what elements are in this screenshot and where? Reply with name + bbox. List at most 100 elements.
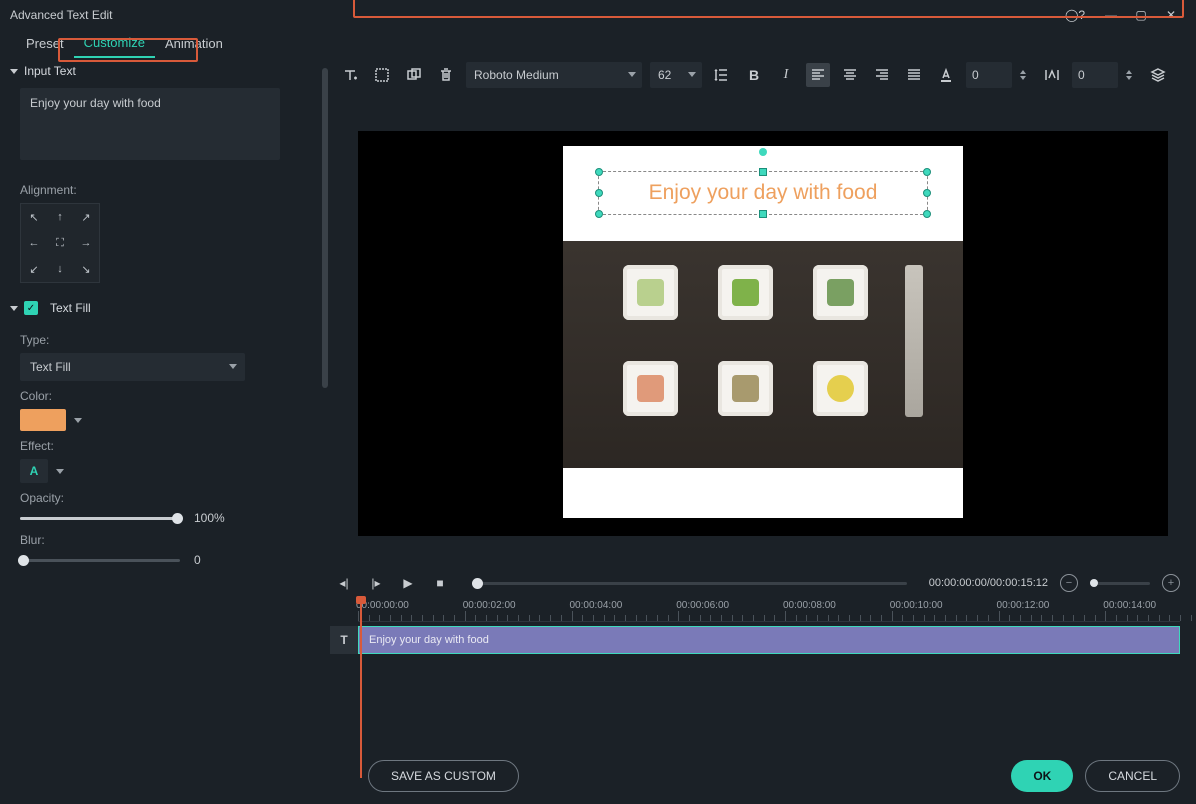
- font-value: Roboto Medium: [474, 68, 559, 82]
- align-bottom-left[interactable]: ↙: [21, 256, 47, 282]
- cancel-button[interactable]: CANCEL: [1085, 760, 1180, 792]
- align-left[interactable]: ←: [21, 230, 47, 256]
- align-top-left[interactable]: ↖: [21, 204, 47, 230]
- play-button[interactable]: ▶: [398, 573, 418, 593]
- effect-label: Effect:: [20, 439, 306, 453]
- footer: SAVE AS CUSTOM OK CANCEL: [352, 748, 1196, 804]
- playback-time: 00:00:00:00/00:00:15:12: [929, 577, 1048, 589]
- char-spacing-icon[interactable]: [1040, 63, 1064, 87]
- zoom-in-button[interactable]: +: [1162, 574, 1180, 592]
- text-color-icon[interactable]: [934, 63, 958, 87]
- align-right-button[interactable]: [870, 63, 894, 87]
- white-band-bottom: [563, 468, 963, 518]
- resize-handle[interactable]: [759, 210, 767, 218]
- close-button[interactable]: ✕: [1156, 0, 1186, 30]
- opacity-value: 100%: [194, 511, 225, 525]
- playback-slider[interactable]: [472, 582, 907, 585]
- align-center-button[interactable]: [838, 63, 862, 87]
- add-text-icon[interactable]: [338, 63, 362, 87]
- rotate-handle[interactable]: [759, 148, 767, 156]
- align-bottom[interactable]: ↓: [47, 256, 73, 282]
- delete-icon[interactable]: [434, 63, 458, 87]
- window-title: Advanced Text Edit: [10, 8, 1060, 22]
- sidebar: Input Text Alignment: ↖ ↑ ↗ ← ⛶ → ↙ ↓ ↘ …: [0, 58, 330, 804]
- opacity-label: Opacity:: [20, 491, 306, 505]
- effect-preview[interactable]: A: [20, 459, 48, 483]
- align-bottom-right[interactable]: ↘: [73, 256, 99, 282]
- char-spacing-field[interactable]: 0: [1072, 62, 1118, 88]
- blur-value: 0: [194, 553, 201, 567]
- tab-animation[interactable]: Animation: [155, 32, 233, 57]
- resize-handle[interactable]: [923, 210, 931, 218]
- align-left-button[interactable]: [806, 63, 830, 87]
- line-spacing-stepper[interactable]: [1020, 62, 1032, 88]
- opacity-slider[interactable]: [20, 517, 180, 520]
- char-spacing-stepper[interactable]: [1126, 62, 1138, 88]
- save-as-custom-button[interactable]: SAVE AS CUSTOM: [368, 760, 519, 792]
- effect-dropdown[interactable]: [56, 466, 66, 476]
- chevron-down-icon: [229, 364, 237, 369]
- line-spacing-value: 0: [972, 68, 979, 82]
- select-all-icon[interactable]: [370, 63, 394, 87]
- textfill-checkbox[interactable]: ✓: [24, 301, 38, 315]
- color-dropdown[interactable]: [74, 415, 84, 425]
- align-top[interactable]: ↑: [47, 204, 73, 230]
- help-icon[interactable]: ◯?: [1060, 0, 1090, 30]
- resize-handle[interactable]: [595, 210, 603, 218]
- align-top-right[interactable]: ↗: [73, 204, 99, 230]
- align-justify-button[interactable]: [902, 63, 926, 87]
- type-select[interactable]: Text Fill: [20, 353, 245, 381]
- align-right[interactable]: →: [73, 230, 99, 256]
- timeline-ruler[interactable]: 00:00:00:0000:00:02:0000:00:04:0000:00:0…: [358, 598, 1180, 622]
- content: Roboto Medium 62 B I 0 0: [330, 58, 1196, 804]
- maximize-button[interactable]: ▢: [1126, 0, 1156, 30]
- sidebar-scrollbar[interactable]: [322, 68, 328, 388]
- zoom-out-button[interactable]: −: [1060, 574, 1078, 592]
- resize-handle[interactable]: [923, 189, 931, 197]
- duplicate-icon[interactable]: [402, 63, 426, 87]
- tab-preset[interactable]: Preset: [16, 32, 74, 57]
- font-select[interactable]: Roboto Medium: [466, 62, 642, 88]
- blur-label: Blur:: [20, 533, 306, 547]
- tab-customize[interactable]: Customize: [74, 31, 155, 58]
- char-spacing-value: 0: [1078, 68, 1085, 82]
- alignment-label: Alignment:: [20, 183, 306, 197]
- blur-slider[interactable]: [20, 559, 180, 562]
- clip-label: Enjoy your day with food: [369, 634, 489, 646]
- resize-handle[interactable]: [595, 168, 603, 176]
- resize-handle[interactable]: [759, 168, 767, 176]
- tabs: Preset Customize Animation: [0, 30, 1196, 58]
- bold-button[interactable]: B: [742, 63, 766, 87]
- color-label: Color:: [20, 389, 306, 403]
- fontsize-select[interactable]: 62: [650, 62, 702, 88]
- input-text-field[interactable]: [20, 88, 280, 160]
- color-swatch[interactable]: [20, 409, 66, 431]
- timeline-clip[interactable]: Enjoy your day with food: [358, 626, 1180, 654]
- ok-button[interactable]: OK: [1011, 760, 1073, 792]
- effect-letter: A: [30, 464, 39, 478]
- minimize-button[interactable]: —: [1096, 0, 1126, 30]
- timeline-track: T Enjoy your day with food: [330, 626, 1180, 654]
- chevron-down-icon: [10, 69, 18, 74]
- fontsize-value: 62: [658, 68, 671, 82]
- preview-area: Enjoy your day with food: [330, 98, 1196, 568]
- line-spacing-field[interactable]: 0: [966, 62, 1012, 88]
- playback-bar: ◂| |▸ ▶ ■ 00:00:00:00/00:00:15:12 − +: [330, 568, 1196, 598]
- section-input-text[interactable]: Input Text: [6, 58, 320, 84]
- preview-canvas[interactable]: Enjoy your day with food: [358, 131, 1168, 536]
- layers-icon[interactable]: [1146, 63, 1170, 87]
- resize-handle[interactable]: [923, 168, 931, 176]
- prev-frame-button[interactable]: ◂|: [334, 573, 354, 593]
- stop-button[interactable]: ■: [430, 573, 450, 593]
- resize-handle[interactable]: [595, 189, 603, 197]
- type-value: Text Fill: [30, 360, 71, 374]
- align-center[interactable]: ⛶: [47, 230, 73, 256]
- alignment-grid: ↖ ↑ ↗ ← ⛶ → ↙ ↓ ↘: [20, 203, 100, 283]
- next-frame-button[interactable]: |▸: [366, 573, 386, 593]
- titlebar: Advanced Text Edit ◯? — ▢ ✕: [0, 0, 1196, 30]
- section-text-fill[interactable]: ✓ Text Fill: [6, 295, 320, 321]
- italic-button[interactable]: I: [774, 63, 798, 87]
- zoom-slider[interactable]: [1090, 582, 1150, 585]
- text-overlay-bbox[interactable]: Enjoy your day with food: [598, 171, 928, 215]
- line-spacing-icon[interactable]: [710, 63, 734, 87]
